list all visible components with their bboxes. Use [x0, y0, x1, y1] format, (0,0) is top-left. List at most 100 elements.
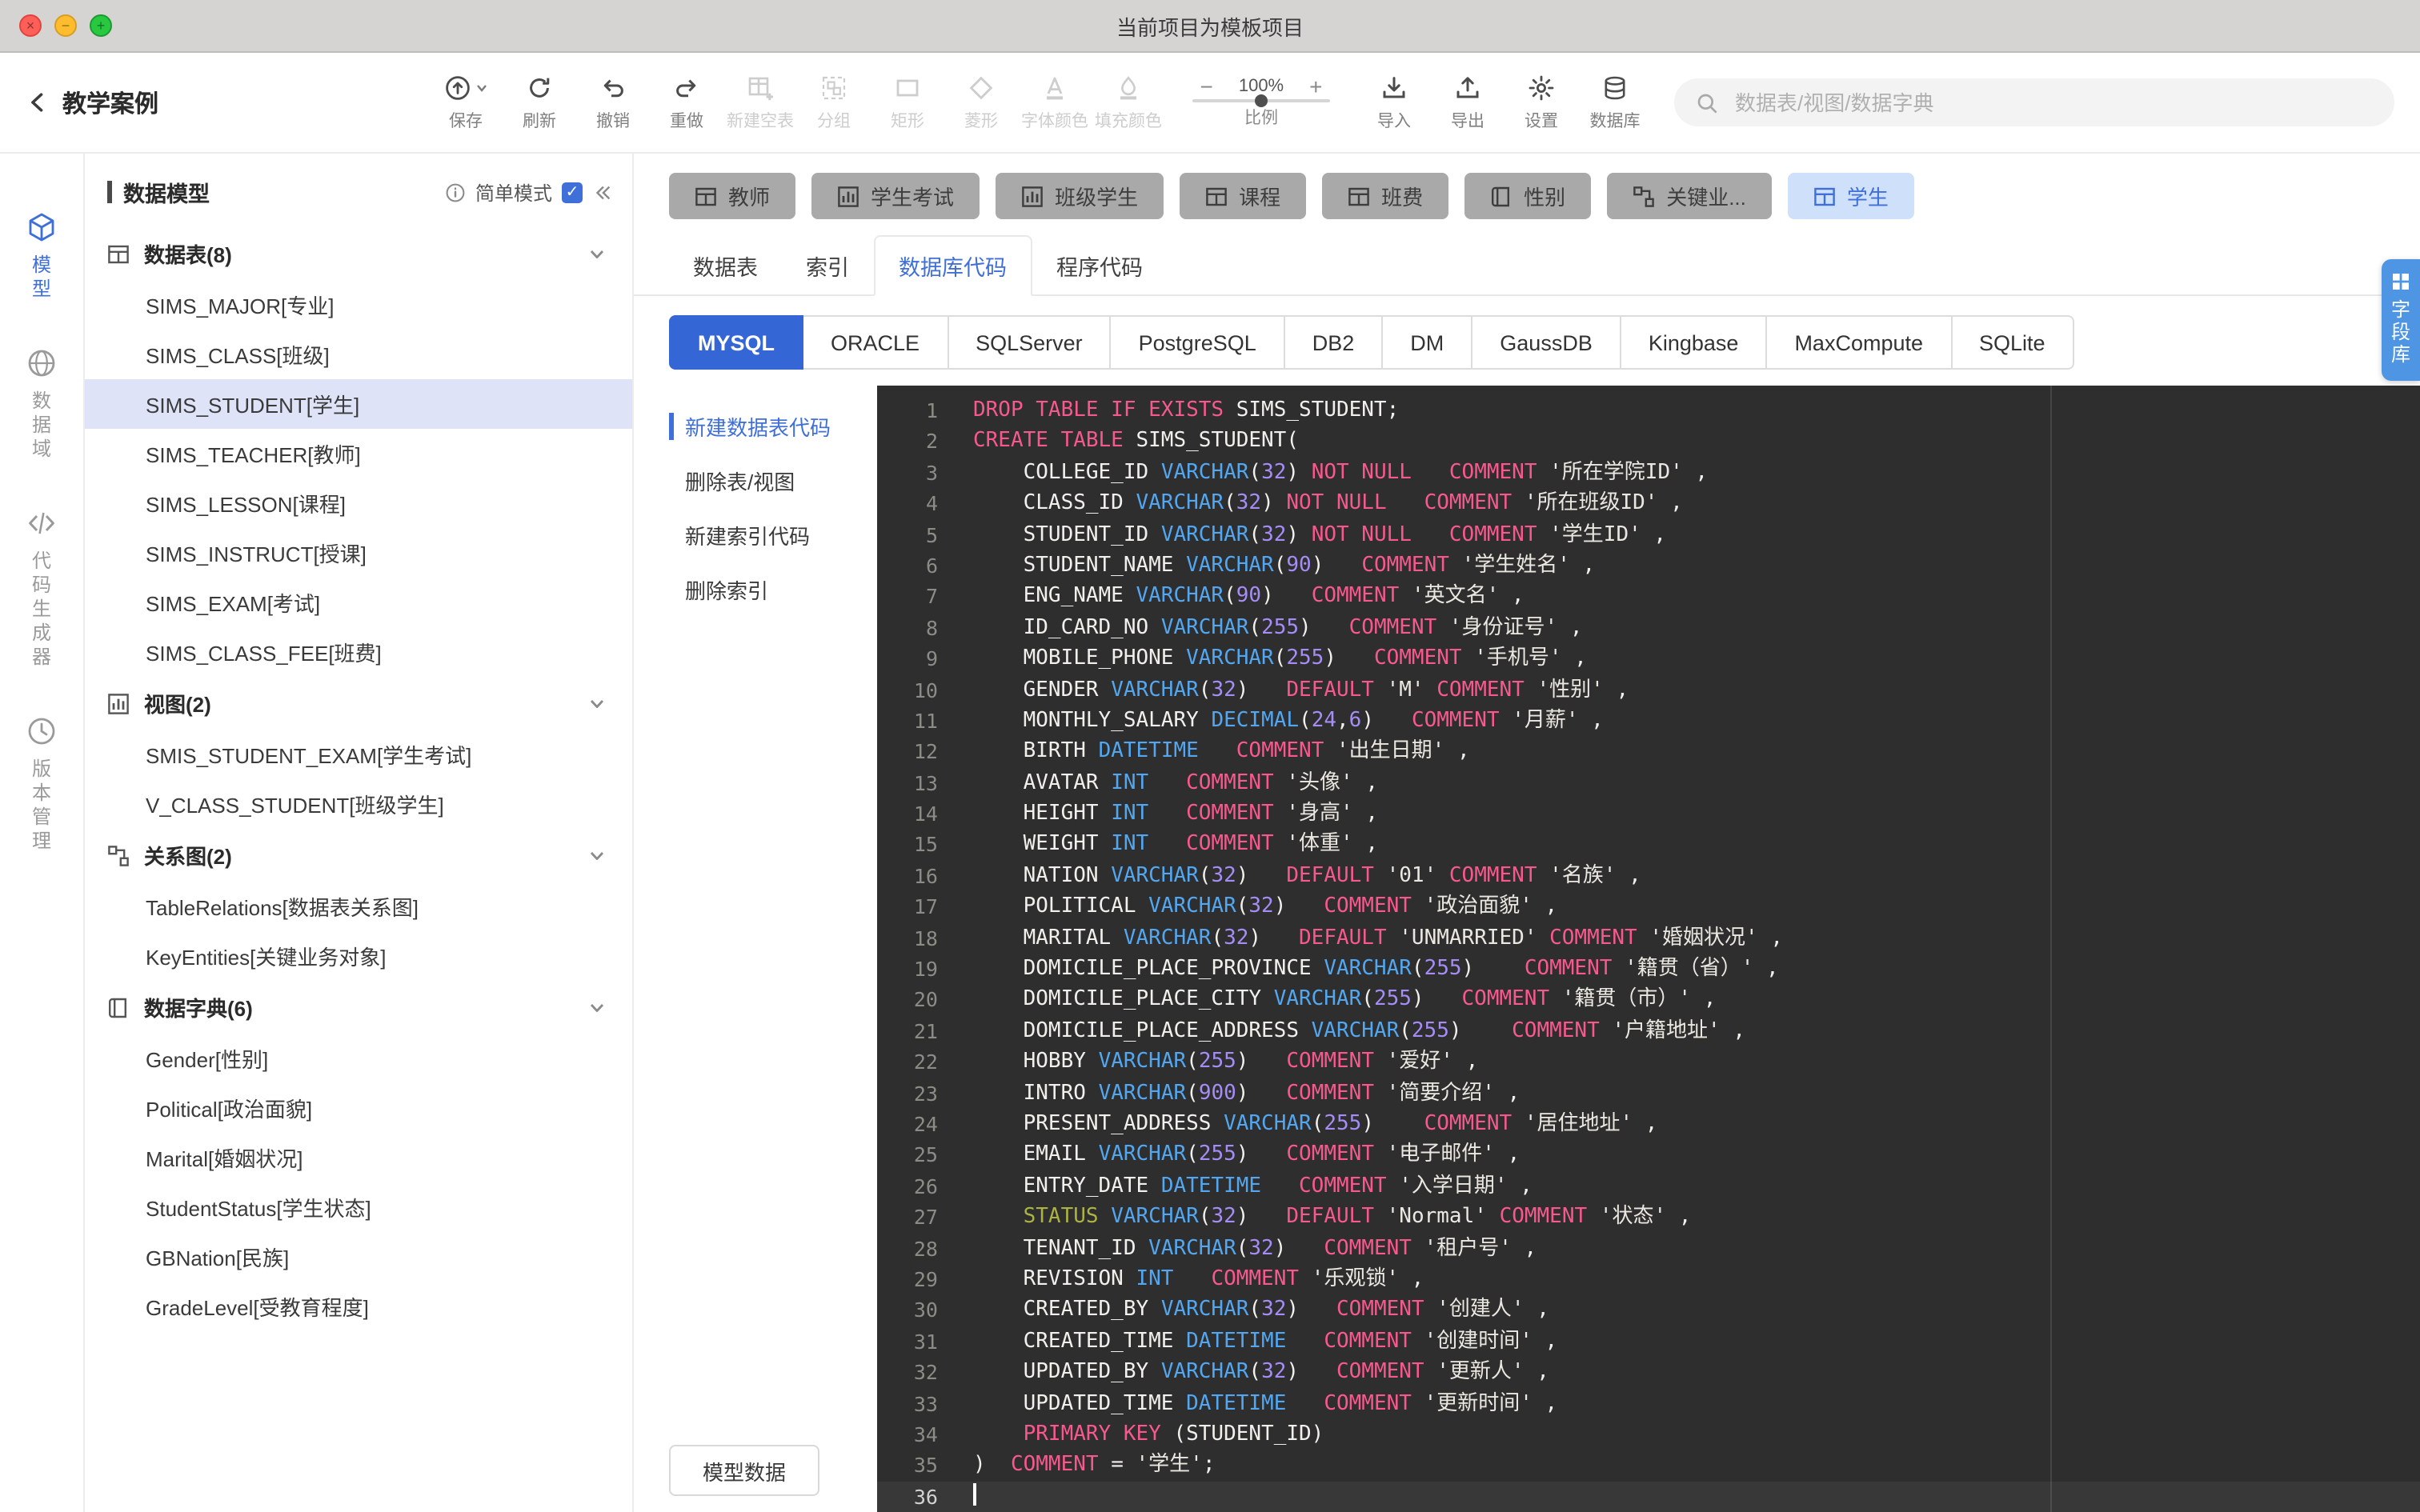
back-icon[interactable]	[26, 90, 51, 115]
collapse-sidebar-icon[interactable]	[592, 182, 613, 202]
tool-save[interactable]: 保存	[429, 73, 503, 132]
search-box[interactable]	[1674, 78, 2394, 126]
code-line[interactable]: CREATE TABLE SIMS_STUDENT(	[960, 426, 2420, 458]
code-line[interactable]: PRIMARY KEY (STUDENT_ID)	[960, 1419, 2420, 1450]
code-line[interactable]: WEIGHT INT COMMENT '体重' ,	[960, 830, 2420, 861]
dialect-tab-mysql[interactable]: MYSQL	[669, 315, 804, 370]
code-line[interactable]	[960, 1481, 2420, 1512]
tool-import[interactable]: 导入	[1357, 73, 1431, 132]
tree-item[interactable]: GradeLevel[受教育程度]	[85, 1282, 632, 1331]
code-nav-item[interactable]: 删除表/视图	[669, 456, 877, 506]
detail-tab[interactable]: 程序代码	[1032, 235, 1167, 294]
zoom-in-button[interactable]: +	[1309, 74, 1322, 97]
code-line[interactable]: HEIGHT INT COMMENT '身高' ,	[960, 798, 2420, 830]
code-line[interactable]: ID_CARD_NO VARCHAR(255) COMMENT '身份证号' ,	[960, 612, 2420, 643]
code-line[interactable]: ENTRY_DATE DATETIME COMMENT '入学日期' ,	[960, 1171, 2420, 1202]
entity-tab[interactable]: 班费	[1322, 173, 1449, 219]
dialect-tab-oracle[interactable]: ORACLE	[803, 315, 949, 370]
dialect-tab-kingbase[interactable]: Kingbase	[1621, 315, 1768, 370]
rail-item-model[interactable]: 模型	[26, 211, 58, 302]
dialect-tab-sqlserver[interactable]: SQLServer	[948, 315, 1112, 370]
code-line[interactable]: POLITICAL VARCHAR(32) COMMENT '政治面貌' ,	[960, 892, 2420, 923]
tree-item[interactable]: SIMS_MAJOR[专业]	[85, 280, 632, 330]
rail-item-domain[interactable]: 数据域	[26, 347, 58, 462]
code-line[interactable]: DROP TABLE IF EXISTS SIMS_STUDENT;	[960, 395, 2420, 426]
code-line[interactable]: DOMICILE_PLACE_CITY VARCHAR(255) COMMENT…	[960, 985, 2420, 1016]
tool-redo[interactable]: 重做	[650, 73, 723, 132]
zoom-out-button[interactable]: −	[1200, 74, 1212, 97]
entity-tab[interactable]: 教师	[669, 173, 796, 219]
dialect-tab-dm[interactable]: DM	[1383, 315, 1473, 370]
detail-tab[interactable]: 数据表	[669, 235, 782, 294]
tree-item[interactable]: V_CLASS_STUDENT[班级学生]	[85, 779, 632, 829]
rail-item-version[interactable]: 版本管理	[26, 715, 58, 854]
code-line[interactable]: STUDENT_NAME VARCHAR(90) COMMENT '学生姓名' …	[960, 550, 2420, 582]
tree-item[interactable]: SIMS_LESSON[课程]	[85, 478, 632, 528]
code-line[interactable]: DOMICILE_PLACE_PROVINCE VARCHAR(255) COM…	[960, 954, 2420, 985]
code-line[interactable]: CREATED_TIME DATETIME COMMENT '创建时间' ,	[960, 1326, 2420, 1357]
dialect-tab-sqlite[interactable]: SQLite	[1952, 315, 2074, 370]
code-line[interactable]: DOMICILE_PLACE_ADDRESS VARCHAR(255) COMM…	[960, 1016, 2420, 1047]
entity-tab[interactable]: 性别	[1464, 173, 1592, 219]
tree-section-header[interactable]: 关系图(2)	[85, 829, 632, 882]
tree-item[interactable]: Marital[婚姻状况]	[85, 1133, 632, 1182]
detail-tab[interactable]: 索引	[782, 235, 873, 294]
code-line[interactable]: UPDATED_BY VARCHAR(32) COMMENT '更新人' ,	[960, 1357, 2420, 1388]
entity-tab[interactable]: 关键业...	[1607, 173, 1772, 219]
code-line[interactable]: CREATED_BY VARCHAR(32) COMMENT '创建人' ,	[960, 1295, 2420, 1326]
detail-tab[interactable]: 数据库代码	[873, 235, 1032, 296]
info-icon[interactable]	[445, 182, 466, 202]
rail-item-codegen[interactable]: 代码生成器	[26, 507, 58, 670]
code-nav-item[interactable]: 新建索引代码	[669, 510, 877, 560]
tree-item[interactable]: KeyEntities[关键业务对象]	[85, 931, 632, 981]
tree-item[interactable]: SMIS_STUDENT_EXAM[学生考试]	[85, 730, 632, 779]
dialect-tab-gaussdb[interactable]: GaussDB	[1472, 315, 1621, 370]
tree-item[interactable]: Political[政治面貌]	[85, 1083, 632, 1133]
tool-database[interactable]: 数据库	[1578, 73, 1652, 132]
simple-mode-checkbox[interactable]: ✓	[562, 182, 583, 202]
code-line[interactable]: REVISION INT COMMENT '乐观锁' ,	[960, 1264, 2420, 1295]
tree-item[interactable]: TableRelations[数据表关系图]	[85, 882, 632, 931]
field-library-tab[interactable]: 字段库	[2382, 259, 2420, 381]
tree-section-header[interactable]: 数据字典(6)	[85, 981, 632, 1034]
code-line[interactable]: AVATAR INT COMMENT '头像' ,	[960, 767, 2420, 798]
tool-settings[interactable]: 设置	[1504, 73, 1578, 132]
code-line[interactable]: INTRO VARCHAR(900) COMMENT '简要介绍' ,	[960, 1078, 2420, 1109]
code-line[interactable]: EMAIL VARCHAR(255) COMMENT '电子邮件' ,	[960, 1140, 2420, 1171]
tree-item[interactable]: Gender[性别]	[85, 1034, 632, 1083]
tree-item[interactable]: SIMS_TEACHER[教师]	[85, 429, 632, 478]
code-line[interactable]: HOBBY VARCHAR(255) COMMENT '爱好' ,	[960, 1046, 2420, 1078]
code-nav-item[interactable]: 新建数据表代码	[669, 402, 877, 451]
code-line[interactable]: STATUS VARCHAR(32) DEFAULT 'Normal' COMM…	[960, 1202, 2420, 1233]
editor-code[interactable]: DROP TABLE IF EXISTS SIMS_STUDENT; CREATE…	[960, 386, 2420, 1512]
dialect-tab-maxcompute[interactable]: MaxCompute	[1767, 315, 1953, 370]
entity-tab[interactable]: 学生考试	[811, 173, 980, 219]
tree-section-header[interactable]: 数据表(8)	[85, 227, 632, 280]
tool-export[interactable]: 导出	[1431, 73, 1504, 132]
code-line[interactable]: ) COMMENT = '学生';	[960, 1450, 2420, 1482]
code-nav-item[interactable]: 删除索引	[669, 565, 877, 614]
code-line[interactable]: NATION VARCHAR(32) DEFAULT '01' COMMENT …	[960, 861, 2420, 892]
zoom-slider[interactable]	[1192, 94, 1330, 106]
tree-item[interactable]: SIMS_EXAM[考试]	[85, 578, 632, 627]
code-line[interactable]: TENANT_ID VARCHAR(32) COMMENT '租户号' ,	[960, 1233, 2420, 1264]
code-line[interactable]: CLASS_ID VARCHAR(32) NOT NULL COMMENT '所…	[960, 488, 2420, 519]
code-line[interactable]: UPDATED_TIME DATETIME COMMENT '更新时间' ,	[960, 1388, 2420, 1419]
entity-tab[interactable]: 学生	[1787, 173, 1914, 219]
tree-item[interactable]: GBNation[民族]	[85, 1232, 632, 1282]
tree-item[interactable]: StudentStatus[学生状态]	[85, 1182, 632, 1232]
entity-tab[interactable]: 班级学生	[996, 173, 1164, 219]
sql-editor[interactable]: 1 2 3 4 5 6 7 8 9 10 11 12 13 14 15 16 17 18 19 20 21 22 23 24 2…	[877, 386, 2420, 1512]
model-data-button[interactable]: 模型数据	[669, 1445, 819, 1496]
tree-item[interactable]: SIMS_INSTRUCT[授课]	[85, 528, 632, 578]
code-line[interactable]: MOBILE_PHONE VARCHAR(255) COMMENT '手机号' …	[960, 643, 2420, 674]
tree-section-header[interactable]: 视图(2)	[85, 677, 632, 730]
zoom-slider-knob[interactable]	[1255, 94, 1268, 106]
code-line[interactable]: PRESENT_ADDRESS VARCHAR(255) COMMENT '居住…	[960, 1109, 2420, 1140]
code-line[interactable]: MARITAL VARCHAR(32) DEFAULT 'UNMARRIED' …	[960, 922, 2420, 954]
dialect-tab-db2[interactable]: DB2	[1284, 315, 1384, 370]
tree-item[interactable]: SIMS_STUDENT[学生]	[85, 379, 632, 429]
code-line[interactable]: ENG_NAME VARCHAR(90) COMMENT '英文名' ,	[960, 582, 2420, 613]
tree-item[interactable]: SIMS_CLASS_FEE[班费]	[85, 627, 632, 677]
code-line[interactable]: GENDER VARCHAR(32) DEFAULT 'M' COMMENT '…	[960, 674, 2420, 706]
